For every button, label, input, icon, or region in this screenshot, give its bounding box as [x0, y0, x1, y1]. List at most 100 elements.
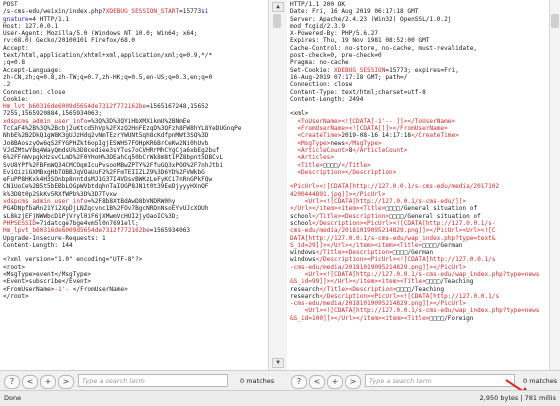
response-token: <MsgType> [290, 139, 331, 147]
response-size-info: 2,950 bytes | 781 millis [479, 394, 556, 402]
response-line: </Url></item><item><Title>□□□□/General s… [290, 205, 549, 212]
request-token: </root> [3, 292, 29, 300]
scrollbar-thumb[interactable] [551, 14, 559, 28]
response-line: -cms-edu/media/20181019095214829.png]]><… [290, 264, 549, 271]
request-token: si [201, 8, 209, 16]
response-token: X-Powered-By: PHP/5.6.27 [290, 30, 379, 38]
response-token: <Description></Description> [290, 168, 397, 176]
response-token: Pragma: no-cache [290, 59, 349, 67]
scroll-up-icon[interactable]: ▲ [272, 2, 284, 12]
request-line: <?xml version="1.0" encoding="UTF-8"?> [3, 256, 268, 263]
request-line: Accept-Language: [3, 67, 268, 74]
next-button[interactable]: > [345, 375, 361, 389]
response-line: research</Title><Description>□□□□/Teachi… [290, 286, 549, 293]
request-line [3, 249, 268, 256]
response-line: <PicUrl><![CDATA[http://127.0.0.1/s-cms-… [290, 183, 549, 190]
request-pane[interactable]: POST/s-cms-edu/weixin/index.php?XDEBUG_S… [0, 0, 268, 370]
request-line: POST [3, 1, 268, 8]
request-line: CN1UoCe%2B5t5bEBbLOGpWVbtdqhnTaIOGP8JN1t… [3, 183, 268, 190]
response-token: <ToUserName><![CDATA[-1'-- ]]></ToUserNa… [290, 117, 456, 125]
response-line: <Url><![CDATA[http://127.0.0.1/s-cms-edu… [290, 307, 549, 314]
request-search-input[interactable]: Type a search term [78, 374, 228, 387]
response-token: □□□□/Teaching [425, 278, 474, 286]
response-line: HTTP/1.1 200 OK [290, 1, 549, 8]
request-token: Content-Length: 144 [3, 241, 73, 249]
request-line: VJdZMtwYBq4WayQmdsU%3D8cediee3sYTus7oCVH… [3, 147, 268, 154]
response-scrollbar[interactable] [549, 0, 560, 370]
help-button[interactable]: ? [4, 375, 20, 389]
request-token: Host: 127.0.0.1 [3, 22, 59, 30]
request-line: </root> [3, 293, 268, 300]
request-line: rv:68.0) Gecko/20100101 Firefox/68.0 [3, 37, 268, 44]
response-token: <FromUserName><![CDATA[]]></FromUserName… [290, 125, 448, 133]
request-token: PG4DNpfbaRn21Yi2XpDjLNZqcvnc1B%2FOv7BgcN… [3, 205, 209, 213]
response-token: </Description><PicUrl><![CDATA[http://12… [315, 256, 496, 264]
response-token: news [330, 139, 346, 147]
response-token: <Url><![CDATA[http://127.0.0.1/s-cms-edu… [290, 270, 540, 278]
help-button[interactable]: ? [291, 375, 307, 389]
response-token: □□□□/General situation of [389, 212, 481, 220]
response-token: <Url><![CDATA[http://127.0.0.1/s-cms-edu… [290, 198, 467, 206]
response-line [290, 103, 549, 110]
response-token: S_id=29]]></Url></item><item><Title> [290, 241, 423, 249]
response-line: <MsgType>news</MsgType> [290, 140, 549, 147]
request-line: <Event>subscribe</Event> [3, 278, 268, 285]
response-search-input[interactable]: Type a search term [365, 374, 515, 387]
response-line: 4200444891.jpg]]></PicUrl> [290, 191, 549, 198]
response-token: Connection: close [290, 81, 353, 89]
response-line: school</Title><Description>□□□□/General … [290, 213, 549, 220]
request-line: Accept: [3, 45, 268, 52]
request-token: TcCaF4%2B%3Q%2Bcbj2uKtcd5hVp%2FXzQ2HnFEz… [3, 125, 242, 133]
request-line: <MsgType>event</MsgType> [3, 271, 268, 278]
response-token: =15773; expires=Fri, [385, 66, 459, 74]
response-token: post-check=0, pre-check=0 [290, 52, 382, 60]
response-line: <Description></Description> [290, 169, 549, 176]
response-line: &S_id=99]]></Url></item><item><Title>□□□… [290, 278, 549, 285]
request-token: text/html,application/xhtml+xml,applicat… [3, 52, 213, 60]
response-token: research [290, 292, 320, 300]
response-token: <ArticleCount> [290, 146, 349, 154]
response-token: □□□□/Teaching [396, 285, 445, 293]
response-token: </Description><PicUrl><![CDATA[http://12… [312, 219, 496, 227]
request-match-count: 0 matches [240, 377, 275, 385]
request-line: sL8kzjEFjNWWbcD1PjVryl0iF6jXMwmVcHUI2jyO… [3, 213, 268, 220]
request-text[interactable]: POST/s-cms-edu/weixin/index.php?XDEBUG_S… [0, 0, 268, 300]
response-token: <CreateTime> [290, 132, 342, 140]
request-line: ;q=0.8 [3, 59, 268, 66]
response-line [290, 176, 549, 183]
request-token: User-Agent: Mozilla/5.0 (Windows NT 10.0… [3, 30, 198, 38]
response-line: 16-Aug-2019 07:17:18 GMT; path=/ [290, 74, 549, 81]
response-line: &S_id=100]]></Url></item><item><Title>□□… [290, 315, 549, 322]
add-button[interactable]: + [40, 375, 56, 389]
scrollbar-thumb[interactable] [273, 14, 281, 28]
response-token: </Url></item><item><Title> [290, 205, 386, 213]
response-token: school [290, 212, 313, 220]
request-line: Cookie: [3, 96, 268, 103]
response-line: Content-Type: text/html;charset=utf-8 [290, 89, 549, 96]
previous-button[interactable]: < [309, 375, 325, 389]
request-token: POST [3, 1, 18, 8]
response-token: </Description><PicUrl><![CDATA[http://12… [319, 292, 500, 300]
response-line: Date: Fri, 16 Aug 2019 06:17:18 GMT [290, 8, 549, 15]
request-line: User-Agent: Mozilla/5.0 (Windows NT 10.0… [3, 30, 268, 37]
response-token: <Articles> [290, 154, 335, 162]
response-token: Content-Type: text/html;charset=utf-8 [290, 88, 426, 96]
add-button[interactable]: + [327, 375, 343, 389]
response-line: Expires: Thu, 19 Nov 1981 08:52:00 GMT [290, 37, 549, 44]
request-line: xdspcms_admin_user_info=%2F8b8XtBdAwD8bV… [3, 198, 268, 205]
request-scrollbar[interactable]: ▲ ▼ [268, 0, 288, 370]
response-pane[interactable]: HTTP/1.1 200 OK Date: Fri, 16 Aug 2019 06… [287, 0, 549, 370]
response-token: school [290, 219, 313, 227]
response-line: Pragma: no-cache [290, 59, 549, 66]
response-text[interactable]: HTTP/1.1 200 OK Date: Fri, 16 Aug 2019 06… [287, 0, 549, 322]
request-line: PHPSESSID=7idatcge7bge4vm5l0n7691ell; [3, 220, 268, 227]
scroll-down-icon[interactable]: ▼ [272, 358, 284, 368]
next-button[interactable]: > [58, 375, 74, 389]
request-token: k%3D8t0p2SkKv5RXfWPb%3D%3D7Tvxw [3, 190, 117, 198]
request-line: Host: 127.0.0.1 [3, 23, 268, 30]
previous-button[interactable]: < [22, 375, 38, 389]
response-token: <Title> [290, 161, 324, 169]
request-line: Hm_lvt_b60316de6009d5654de7312f772162be=… [3, 103, 268, 110]
response-token: cms-edu/media/20181019095214829.png]]></… [290, 227, 496, 235]
request-token: =4 HTTP/1.1 [28, 15, 70, 23]
